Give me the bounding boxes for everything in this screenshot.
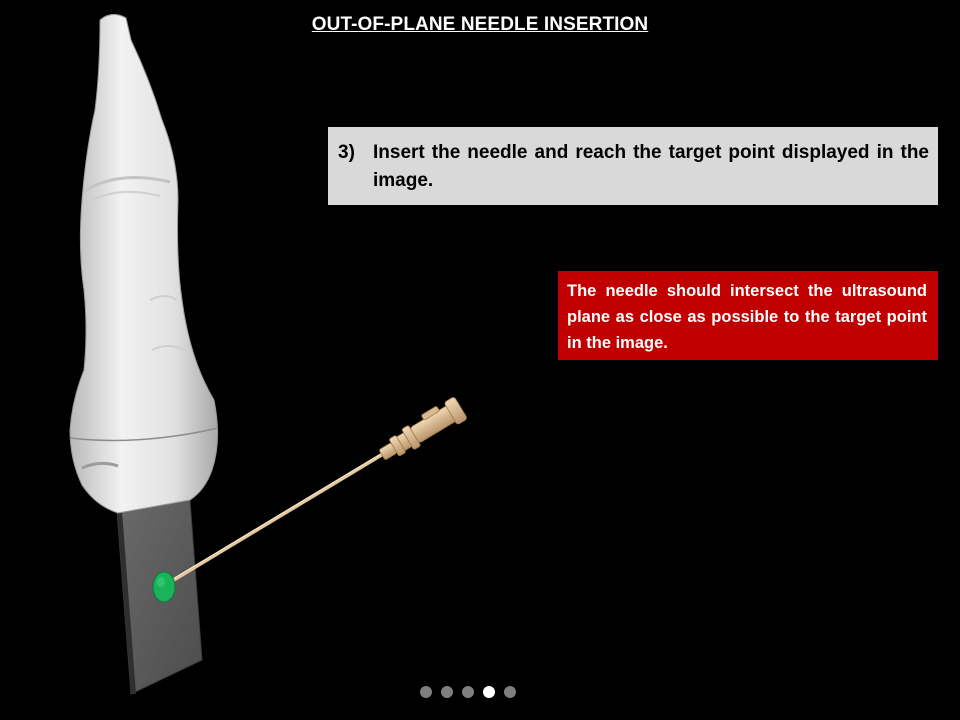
- ultrasound-probe-icon: [69, 14, 219, 514]
- pagination-dot-2[interactable]: [441, 686, 453, 698]
- slide-stage: OUT-OF-PLANE NEEDLE INSERTION 3) Insert …: [0, 0, 960, 720]
- target-point-icon: [152, 571, 176, 603]
- pagination-dot-4[interactable]: [483, 686, 495, 698]
- pagination-dot-5[interactable]: [504, 686, 516, 698]
- step-instruction-box: 3) Insert the needle and reach the targe…: [328, 127, 938, 205]
- pagination-dot-1[interactable]: [420, 686, 432, 698]
- pagination-dot-3[interactable]: [462, 686, 474, 698]
- step-text: Insert the needle and reach the target p…: [373, 142, 929, 191]
- step-number: 3): [338, 142, 355, 163]
- slide-title: OUT-OF-PLANE NEEDLE INSERTION: [311, 14, 649, 35]
- slide-pagination: [420, 686, 516, 698]
- warning-note: The needle should intersect the ultrasou…: [558, 271, 938, 360]
- probe-needle-illustration: [69, 14, 467, 695]
